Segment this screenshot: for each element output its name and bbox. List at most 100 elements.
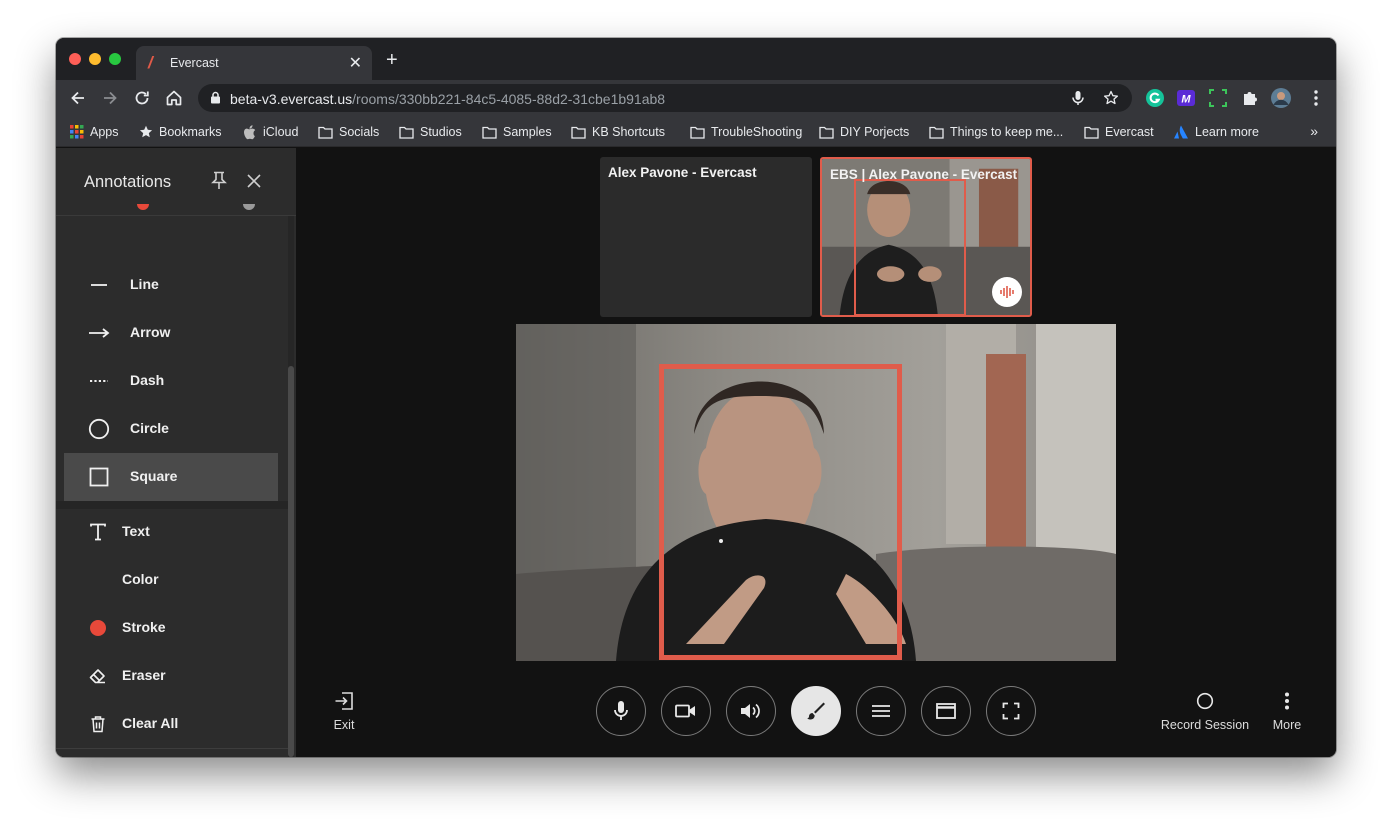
microphone-icon[interactable] xyxy=(1071,90,1085,106)
arrow-icon xyxy=(87,321,111,345)
reload-icon[interactable] xyxy=(132,88,152,108)
extension-m-icon[interactable]: M xyxy=(1176,88,1196,108)
shape-label: Square xyxy=(130,468,178,484)
folder-icon xyxy=(318,126,333,139)
home-icon[interactable] xyxy=(164,88,184,108)
new-tab-icon[interactable]: + xyxy=(386,50,398,70)
pin-icon[interactable] xyxy=(210,171,228,191)
profile-avatar-icon[interactable] xyxy=(1271,88,1291,108)
text-icon xyxy=(86,520,110,544)
close-icon[interactable] xyxy=(246,173,262,189)
bookmark-studios[interactable]: Studios xyxy=(399,123,462,141)
annotations-sidebar: Annotations Line Arrow Dash Circle Squar… xyxy=(56,148,296,757)
apple-icon xyxy=(244,124,256,139)
tool-label: Eraser xyxy=(122,667,166,683)
more-button[interactable]: More xyxy=(1272,690,1302,732)
maximize-window-button[interactable] xyxy=(109,53,121,65)
trash-icon xyxy=(86,712,110,736)
bookmark-label: Samples xyxy=(503,125,552,139)
bookmark-icloud[interactable]: iCloud xyxy=(243,123,298,141)
url-text[interactable]: beta-v3.evercast.us/rooms/330bb221-84c5-… xyxy=(230,91,665,107)
forward-icon[interactable] xyxy=(100,88,120,108)
bookmark-socials[interactable]: Socials xyxy=(318,123,379,141)
shape-square[interactable]: Square xyxy=(64,453,278,501)
lock-icon xyxy=(211,91,220,104)
evercast-favicon-icon: / xyxy=(148,53,153,72)
folder-icon xyxy=(571,126,586,139)
bookmark-apps[interactable]: Apps xyxy=(70,123,119,141)
brush-icon xyxy=(807,702,825,720)
screenshot-extension-icon[interactable] xyxy=(1208,88,1228,108)
bookmark-troubleshooting[interactable]: TroubleShooting xyxy=(690,123,802,141)
annotation-square-mini xyxy=(854,179,966,315)
annotation-square[interactable] xyxy=(659,364,902,660)
scrollbar-thumb[interactable] xyxy=(288,366,294,757)
partial-gray-dot-icon xyxy=(243,204,255,210)
exit-icon xyxy=(332,690,356,712)
camera-button[interactable] xyxy=(661,686,711,736)
microphone-icon xyxy=(614,701,628,720)
bookmark-label: Bookmarks xyxy=(159,125,222,139)
sidebar-title: Annotations xyxy=(84,173,172,191)
bookmark-diy-projects[interactable]: DIY Porjects xyxy=(819,123,909,141)
minimize-window-button[interactable] xyxy=(89,53,101,65)
close-window-button[interactable] xyxy=(69,53,81,65)
speaker-button[interactable] xyxy=(726,686,776,736)
bookmark-label: KB Shortcuts xyxy=(592,125,665,139)
sidebar-scrollbar[interactable] xyxy=(288,216,294,757)
stroke-color-dot-icon xyxy=(86,616,110,640)
hamburger-icon xyxy=(872,705,890,717)
bookmark-things-to-keep[interactable]: Things to keep me... xyxy=(929,123,1063,141)
tool-eraser[interactable]: Eraser xyxy=(56,652,284,700)
tool-label: Text xyxy=(122,523,150,539)
grammarly-icon[interactable] xyxy=(1145,88,1165,108)
tab-strip: / Evercast ✕ + xyxy=(56,38,1336,80)
participant-tile-ebs[interactable]: EBS | Alex Pavone - Evercast xyxy=(820,157,1032,317)
bookmark-bookmarks[interactable]: Bookmarks xyxy=(139,123,222,141)
bookmark-kb-shortcuts[interactable]: KB Shortcuts xyxy=(571,123,665,141)
annotate-button[interactable] xyxy=(791,686,841,736)
square-icon xyxy=(87,465,111,489)
shape-arrow[interactable]: Arrow xyxy=(64,309,278,357)
exit-button[interactable]: Exit xyxy=(332,690,356,732)
shape-line[interactable]: Line xyxy=(64,261,278,309)
record-label: Record Session xyxy=(1160,718,1250,732)
tab-close-icon[interactable]: ✕ xyxy=(349,53,362,73)
apps-grid-icon xyxy=(70,125,84,139)
participant-tile-alex[interactable]: Alex Pavone - Evercast xyxy=(600,157,812,317)
main-video[interactable] xyxy=(516,324,1116,661)
tool-color[interactable]: Color xyxy=(56,556,284,604)
evercast-app: Annotations Line Arrow Dash Circle Squar… xyxy=(56,148,1336,757)
shape-dash[interactable]: Dash xyxy=(64,357,278,405)
sidebar-header: Annotations xyxy=(56,148,296,216)
audio-waveform-button[interactable] xyxy=(992,277,1022,307)
url-path: /rooms/330bb221-84c5-4085-88d2-31cbe1b91… xyxy=(352,91,666,107)
browser-toolbar: beta-v3.evercast.us/rooms/330bb221-84c5-… xyxy=(56,80,1336,117)
tool-clear-all[interactable]: Clear All xyxy=(56,700,284,748)
browser-menu-icon[interactable] xyxy=(1306,88,1326,108)
sidebar-bottom-rule xyxy=(56,748,288,749)
bookmark-label: TroubleShooting xyxy=(711,125,803,139)
dash-icon xyxy=(87,369,111,393)
extensions-puzzle-icon[interactable] xyxy=(1240,88,1260,108)
bookmark-star-icon[interactable] xyxy=(1103,90,1119,106)
microphone-button[interactable] xyxy=(596,686,646,736)
folder-icon xyxy=(819,126,834,139)
fullscreen-button[interactable] xyxy=(986,686,1036,736)
address-bar[interactable]: beta-v3.evercast.us/rooms/330bb221-84c5-… xyxy=(198,84,1132,112)
bookmarks-overflow-icon[interactable]: » xyxy=(1310,123,1318,139)
tool-text[interactable]: Text xyxy=(56,508,284,556)
menu-button[interactable] xyxy=(856,686,906,736)
record-session-button[interactable]: Record Session xyxy=(1156,690,1254,732)
tab-title: Evercast xyxy=(170,56,219,70)
bookmark-learn-more[interactable]: Learn more xyxy=(1173,123,1259,141)
back-icon[interactable] xyxy=(68,88,88,108)
window-layout-button[interactable] xyxy=(921,686,971,736)
speaker-icon xyxy=(741,703,760,719)
audio-waveform-icon xyxy=(1000,286,1014,298)
tool-stroke[interactable]: Stroke xyxy=(56,604,284,652)
bookmark-evercast[interactable]: Evercast xyxy=(1084,123,1154,141)
shape-circle[interactable]: Circle xyxy=(64,405,278,453)
bookmark-samples[interactable]: Samples xyxy=(482,123,552,141)
browser-tab[interactable]: / Evercast ✕ xyxy=(136,46,372,80)
